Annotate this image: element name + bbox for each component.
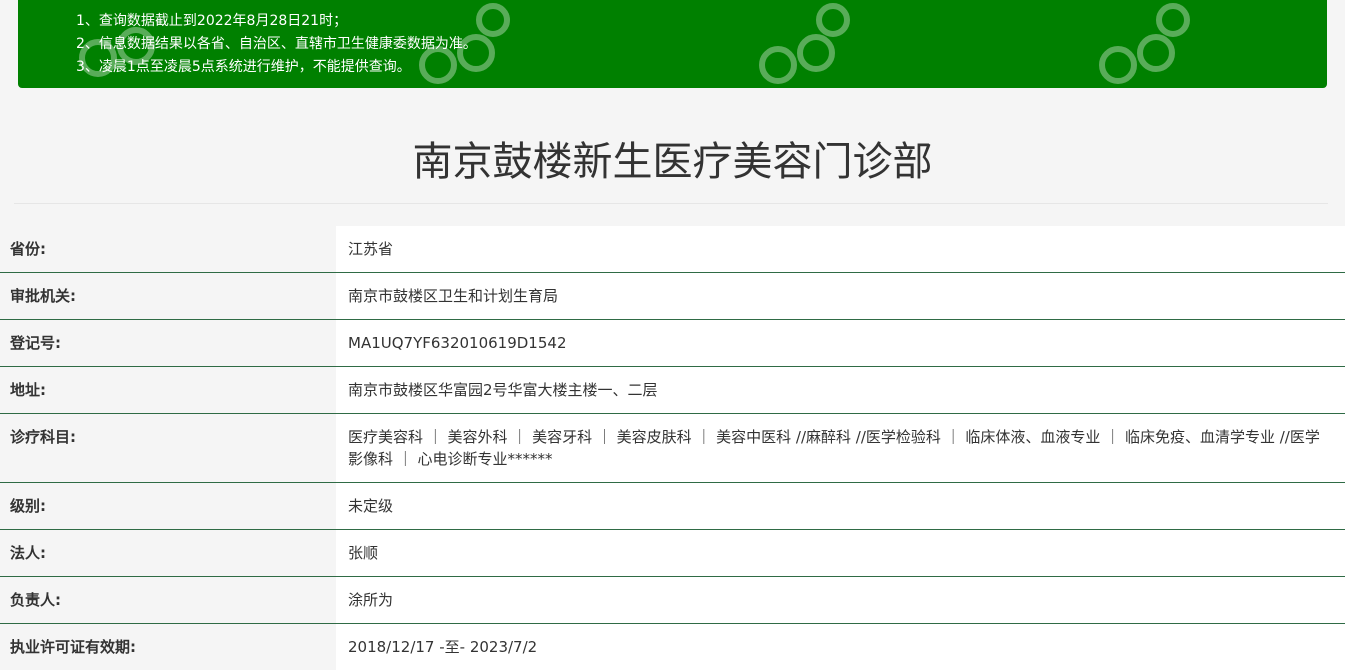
notice-line-3: 3、凌晨1点至凌晨5点系统进行维护，不能提供查询。	[76, 56, 1327, 79]
row-value: 涂所为	[336, 577, 1345, 624]
page-header: 南京鼓楼新生医疗美容门诊部	[0, 120, 1345, 204]
row-value: 2018/12/17 -至- 2023/7/2	[336, 624, 1345, 670]
row-label: 登记号:	[0, 320, 336, 367]
detail-table: 省份: 江苏省 审批机关: 南京市鼓楼区卫生和计划生育局 登记号: MA1UQ7…	[0, 226, 1345, 670]
table-row: 地址: 南京市鼓楼区华富园2号华富大楼主楼一、二层	[0, 367, 1345, 414]
page-title: 南京鼓楼新生医疗美容门诊部	[413, 139, 933, 185]
row-label: 地址:	[0, 367, 336, 414]
row-value: MA1UQ7YF632010619D1542	[336, 320, 1345, 367]
table-row: 负责人: 涂所为	[0, 577, 1345, 624]
row-value: 未定级	[336, 483, 1345, 530]
notice-line-2: 2、信息数据结果以各省、自治区、直辖市卫生健康委数据为准。	[76, 33, 1327, 56]
row-value: 江苏省	[336, 226, 1345, 273]
title-divider	[14, 203, 1328, 204]
row-label: 负责人:	[0, 577, 336, 624]
table-row: 诊疗科目: 医疗美容科 ｜ 美容外科 ｜ 美容牙科 ｜ 美容皮肤科 ｜ 美容中医…	[0, 414, 1345, 483]
table-row: 审批机关: 南京市鼓楼区卫生和计划生育局	[0, 273, 1345, 320]
row-label: 执业许可证有效期:	[0, 624, 336, 670]
table-row: 登记号: MA1UQ7YF632010619D1542	[0, 320, 1345, 367]
notice-banner: 1、查询数据截止到2022年8月28日21时； 2、信息数据结果以各省、自治区、…	[18, 0, 1327, 88]
row-value: 南京市鼓楼区华富园2号华富大楼主楼一、二层	[336, 367, 1345, 414]
row-value: 医疗美容科 ｜ 美容外科 ｜ 美容牙科 ｜ 美容皮肤科 ｜ 美容中医科 //麻醉…	[336, 414, 1345, 483]
table-row: 法人: 张顺	[0, 530, 1345, 577]
row-value: 张顺	[336, 530, 1345, 577]
row-label: 诊疗科目:	[0, 414, 336, 483]
row-label: 审批机关:	[0, 273, 336, 320]
row-label: 法人:	[0, 530, 336, 577]
row-label: 级别:	[0, 483, 336, 530]
table-row: 省份: 江苏省	[0, 226, 1345, 273]
table-row: 级别: 未定级	[0, 483, 1345, 530]
table-row: 执业许可证有效期: 2018/12/17 -至- 2023/7/2	[0, 624, 1345, 670]
row-label: 省份:	[0, 226, 336, 273]
row-value: 南京市鼓楼区卫生和计划生育局	[336, 273, 1345, 320]
notice-line-1: 1、查询数据截止到2022年8月28日21时；	[76, 10, 1327, 33]
